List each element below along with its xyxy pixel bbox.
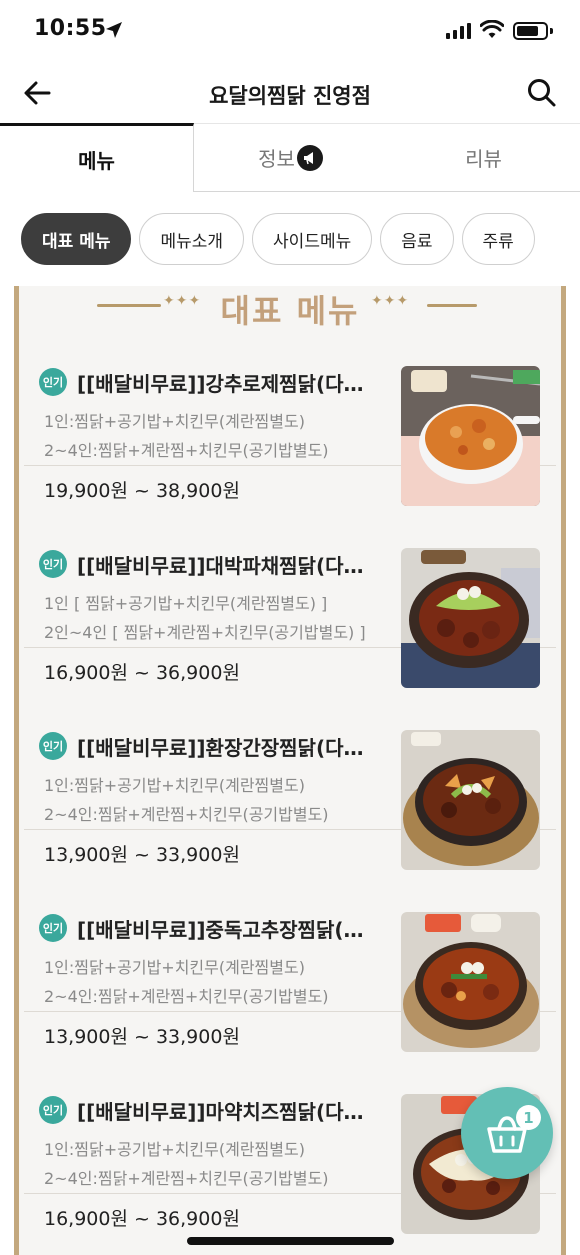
menu-item[interactable]: 인기 [[배달비무료]]대박파채찜닭(다… 1인 [ 찜닭+공기밥+치킨무(계란… xyxy=(24,466,556,688)
tab-review[interactable]: 리뷰 xyxy=(387,123,580,192)
menu-item-name: [[배달비무료]]마약치즈찜닭(다… xyxy=(77,1100,364,1124)
menu-item-desc: 1인:찜닭+공기밥+치킨무(계란찜별도) xyxy=(44,776,305,795)
category-chips: 대표 메뉴 메뉴소개 사이드메뉴 음료 주류 xyxy=(21,213,535,265)
popular-badge: 인기 xyxy=(39,732,67,760)
menu-item-desc: 2인~4인 [ 찜닭+계란찜+치킨무(공기밥별도) ] xyxy=(44,623,366,642)
menu-item[interactable]: 인기 [[배달비무료]]강추로제찜닭(다… 1인:찜닭+공기밥+치킨무(계란찜별… xyxy=(24,286,556,506)
popular-badge: 인기 xyxy=(39,550,67,578)
menu-item-desc: 1인:찜닭+공기밥+치킨무(계란찜별도) xyxy=(44,958,305,977)
chip-drinks[interactable]: 음료 xyxy=(380,213,454,265)
location-arrow-icon xyxy=(106,22,122,38)
popular-badge: 인기 xyxy=(39,914,67,942)
menu-item-desc: 2~4인:찜닭+계란찜+치킨무(공기밥별도) xyxy=(44,441,329,460)
status-time: 10:55 xyxy=(34,16,107,41)
wifi-icon xyxy=(480,20,504,38)
chip-menu-intro[interactable]: 메뉴소개 xyxy=(139,213,245,265)
tab-menu[interactable]: 메뉴 xyxy=(0,123,194,192)
menu-item-price: 16,900원 ~ 36,900원 xyxy=(44,1208,240,1230)
menu-item-name: [[배달비무료]]중독고추장찜닭(… xyxy=(77,918,364,942)
page-title: 요달의찜닭 진영점 xyxy=(209,84,371,108)
megaphone-icon xyxy=(296,144,323,171)
menu-item-desc: 1인:찜닭+공기밥+치킨무(계란찜별도) xyxy=(44,1140,305,1159)
status-bar: 10:55 xyxy=(0,0,580,64)
cart-button[interactable]: 1 xyxy=(461,1087,553,1179)
menu-item-desc: 1인:찜닭+공기밥+치킨무(계란찜별도) xyxy=(44,412,305,431)
battery-icon xyxy=(513,22,548,40)
home-indicator[interactable] xyxy=(187,1237,394,1245)
menu-item[interactable]: 인기 [[배달비무료]]중독고추장찜닭(… 1인:찜닭+공기밥+치킨무(계란찜별… xyxy=(24,830,556,1052)
popular-badge: 인기 xyxy=(39,368,67,396)
chip-side[interactable]: 사이드메뉴 xyxy=(252,213,373,265)
menu-item-name: [[배달비무료]]강추로제찜닭(다… xyxy=(77,372,364,396)
menu-item-desc: 2~4인:찜닭+계란찜+치킨무(공기밥별도) xyxy=(44,805,329,824)
search-icon xyxy=(528,79,556,107)
tab-info[interactable]: 정보 xyxy=(194,123,387,192)
menu-item-name: [[배달비무료]]환장간장찜닭(다… xyxy=(77,736,364,760)
menu-item-name: [[배달비무료]]대박파채찜닭(다… xyxy=(77,554,364,578)
header: 요달의찜닭 진영점 xyxy=(0,64,580,122)
menu-item[interactable]: 인기 [[배달비무료]]환장간장찜닭(다… 1인:찜닭+공기밥+치킨무(계란찜별… xyxy=(24,648,556,870)
menu-item-desc: 1인 [ 찜닭+공기밥+치킨무(계란찜별도) ] xyxy=(44,594,328,613)
chip-alcohol[interactable]: 주류 xyxy=(461,213,535,265)
menu-item-desc: 2~4인:찜닭+계란찜+치킨무(공기밥별도) xyxy=(44,987,329,1006)
cart-count-badge: 1 xyxy=(516,1105,541,1130)
chip-signature[interactable]: 대표 메뉴 xyxy=(21,213,132,265)
signal-icon xyxy=(446,23,471,39)
tab-bar: 메뉴 정보 리뷰 xyxy=(0,123,580,192)
menu-item-desc: 2~4인:찜닭+계란찜+치킨무(공기밥별도) xyxy=(44,1169,329,1188)
search-button[interactable] xyxy=(526,77,558,109)
popular-badge: 인기 xyxy=(39,1096,67,1124)
